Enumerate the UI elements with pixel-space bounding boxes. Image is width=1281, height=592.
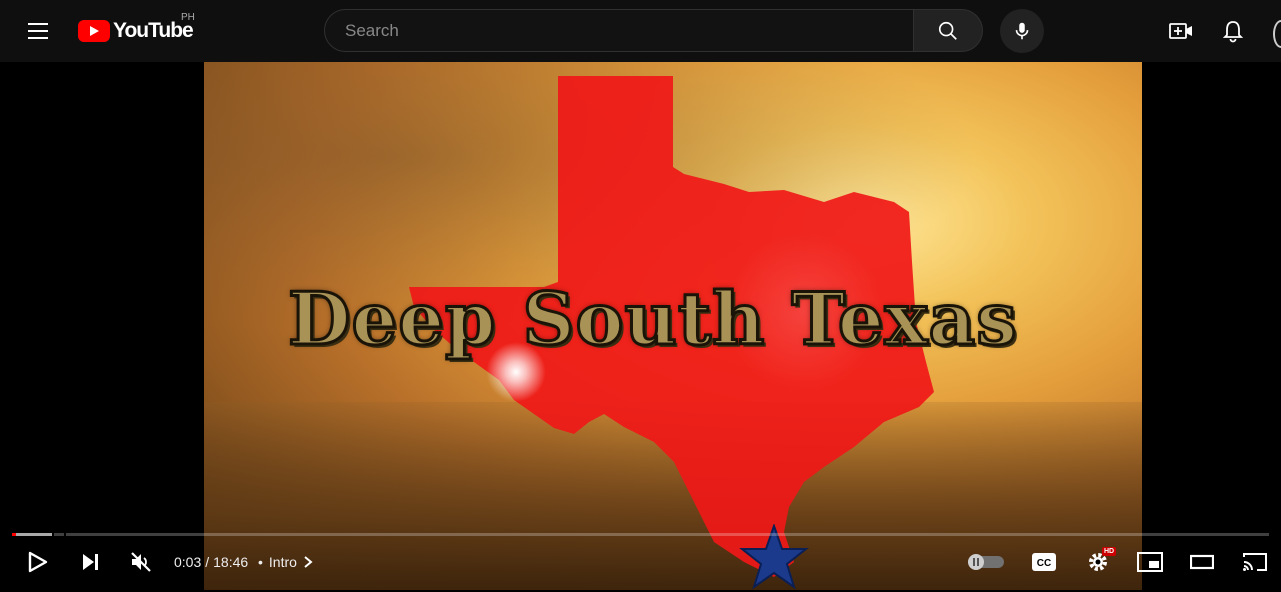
play-icon [28, 551, 48, 573]
cast-icon [1243, 553, 1267, 571]
mute-button[interactable] [124, 540, 158, 584]
next-button[interactable] [74, 540, 106, 584]
miniplayer-icon [1137, 552, 1163, 572]
autoplay-toggle[interactable] [966, 540, 1006, 584]
youtube-logo-icon [78, 20, 110, 42]
hd-badge: HD [1102, 547, 1117, 556]
next-icon [83, 554, 98, 570]
avatar[interactable] [1273, 20, 1281, 48]
search-icon [938, 21, 957, 40]
cast-button[interactable] [1238, 540, 1272, 584]
masthead: YouTube PH [0, 0, 1281, 62]
video-frame-image[interactable]: Deep South Texas [204, 62, 1142, 590]
time-display: 0:03 / 18:46 [174, 554, 248, 570]
player-controls: 0:03 / 18:46 • Intro CC [0, 540, 1281, 584]
youtube-logo[interactable]: YouTube [78, 19, 194, 43]
menu-icon[interactable] [22, 18, 54, 44]
voice-search-button[interactable] [1000, 9, 1044, 53]
chapter-marker [52, 533, 54, 536]
chevron-right-icon [304, 556, 313, 568]
current-time: 0:03 [174, 554, 202, 570]
progress-played [12, 533, 16, 536]
search-bar [324, 9, 983, 52]
search-button[interactable] [913, 9, 983, 52]
chapter-marker [64, 533, 66, 536]
muted-volume-icon [131, 552, 151, 572]
autoplay-toggle-icon [968, 554, 1004, 570]
miniplayer-button[interactable] [1134, 540, 1166, 584]
progress-bar[interactable] [12, 533, 1269, 536]
cc-label: CC [1037, 558, 1051, 569]
duration: 18:46 [213, 554, 249, 570]
chapter-button[interactable]: • Intro [258, 554, 313, 570]
chapter-title: Intro [268, 554, 297, 570]
search-box [324, 9, 914, 52]
mic-icon [1015, 22, 1029, 40]
play-button[interactable] [20, 540, 54, 584]
region-code: PH [181, 12, 195, 23]
subtitles-icon: CC [1032, 553, 1056, 571]
time-separator: / [205, 554, 210, 570]
notifications-button[interactable] [1219, 17, 1247, 45]
video-overlay-title: Deep South Texas [287, 275, 1019, 363]
search-input[interactable] [343, 20, 887, 42]
subtitles-button[interactable]: CC [1028, 540, 1060, 584]
create-button[interactable] [1167, 17, 1195, 45]
theater-icon [1190, 554, 1214, 570]
theater-mode-button[interactable] [1186, 540, 1218, 584]
chapter-bullet: • [258, 554, 263, 570]
progress-buffered [12, 533, 54, 536]
create-icon [1169, 23, 1192, 39]
bell-icon [1222, 21, 1244, 43]
